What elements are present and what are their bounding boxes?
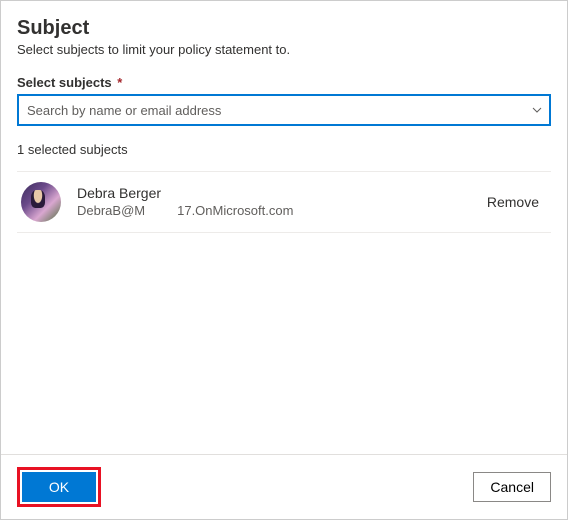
email-part2: 17.OnMicrosoft.com	[177, 203, 293, 220]
person-info: Debra Berger DebraB@M 17.OnMicrosoft.com	[77, 184, 479, 219]
person-email: DebraB@M 17.OnMicrosoft.com	[77, 203, 479, 220]
panel-content: Subject Select subjects to limit your po…	[1, 1, 567, 454]
cancel-button[interactable]: Cancel	[473, 472, 551, 502]
remove-button[interactable]: Remove	[479, 188, 547, 216]
select-subjects-label: Select subjects *	[17, 75, 551, 90]
avatar	[21, 182, 61, 222]
required-indicator: *	[117, 75, 122, 90]
list-item: Debra Berger DebraB@M17.OnMicrosoft.com …	[17, 172, 551, 233]
page-subtitle: Select subjects to limit your policy sta…	[17, 42, 551, 57]
selected-count: 1 selected subjects	[17, 142, 551, 157]
field-label-text: Select subjects	[17, 75, 112, 90]
email-part1: DebraB@M	[77, 203, 145, 220]
search-input[interactable]	[17, 94, 551, 126]
subjects-list: Debra Berger DebraB@M17.OnMicrosoft.com …	[17, 171, 551, 233]
panel-footer: OK Cancel	[1, 454, 567, 519]
ok-highlight: OK	[17, 467, 101, 507]
person-name: Debra Berger	[77, 184, 479, 202]
search-container	[17, 94, 551, 126]
ok-button[interactable]: OK	[22, 472, 96, 502]
page-title: Subject	[17, 17, 551, 40]
